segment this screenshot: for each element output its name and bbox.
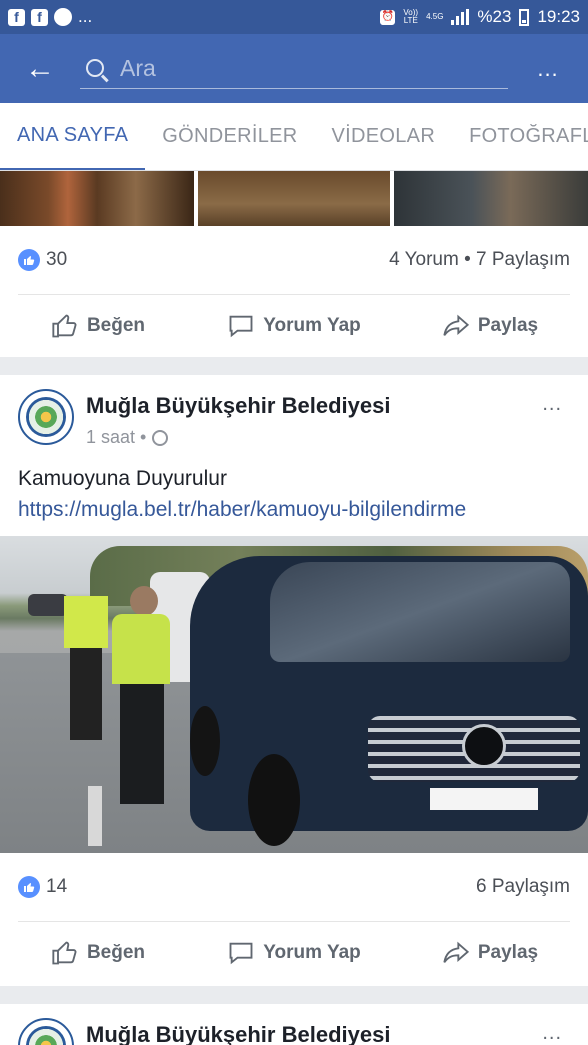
like-count[interactable]: 14 [46, 876, 67, 898]
comment-button[interactable]: Yorum Yap [196, 939, 392, 967]
like-count[interactable]: 30 [46, 249, 67, 271]
comment-icon [229, 315, 253, 338]
network-type: 4.5G [426, 12, 444, 21]
page-name[interactable]: Muğla Büyükşehir Belediyesi [86, 393, 390, 419]
page-name[interactable]: Muğla Büyükşehir Belediyesi [86, 1022, 390, 1045]
back-button[interactable]: ← [0, 34, 80, 103]
post-photo[interactable] [198, 171, 390, 226]
comments-shares-count[interactable]: 4 Yorum • 7 Paylaşım [389, 249, 570, 271]
tab-photos[interactable]: FOTOĞRAFLA [452, 103, 588, 170]
post-card-previous: 30 4 Yorum • 7 Paylaşım Beğen Yorum Yap … [0, 226, 588, 357]
post-photo[interactable] [0, 536, 588, 853]
post-actions: Beğen Yorum Yap Paylaş [0, 295, 588, 357]
post-stats: 14 6 Paylaşım [0, 853, 588, 921]
post-meta: 1 saat • [86, 427, 390, 448]
previous-post-photos [0, 171, 588, 226]
search-input[interactable] [120, 54, 480, 82]
photo-wheel [248, 754, 300, 846]
post-card-next: Muğla Büyükşehir Belediyesi ... [0, 1004, 588, 1045]
tab-videos[interactable]: VİDEOLAR [315, 103, 453, 170]
post-header: Muğla Büyükşehir Belediyesi 1 saat • ... [0, 375, 588, 463]
share-count[interactable]: 6 Paylaşım [476, 876, 570, 898]
photo-officer [64, 584, 108, 744]
arrow-left-icon: ← [25, 51, 55, 85]
facebook-icon: f [31, 8, 48, 26]
post-options-button[interactable]: ... [542, 1022, 562, 1045]
municipality-logo [26, 1026, 66, 1045]
share-icon [443, 314, 469, 336]
battery-icon [519, 8, 530, 26]
post-stats: 30 4 Yorum • 7 Paylaşım [0, 226, 588, 294]
photo-emblem [462, 724, 506, 768]
volte-indicator: Vo)) LTE [403, 8, 419, 25]
share-label: Paylaş [477, 315, 539, 336]
like-button[interactable]: Beğen [0, 939, 196, 967]
post-photo[interactable] [0, 171, 194, 226]
photo-plate [430, 788, 538, 810]
tab-posts[interactable]: GÖNDERİLER [145, 103, 314, 170]
battery-percent: %23 [477, 7, 512, 26]
photo-car [28, 594, 68, 616]
photo-wheel [190, 706, 220, 776]
like-badge-icon [18, 249, 40, 271]
avatar[interactable] [18, 389, 74, 445]
like-badge-icon [18, 876, 40, 898]
comment-label: Yorum Yap [263, 942, 361, 963]
share-button[interactable]: Paylaş [392, 312, 588, 340]
tab-home[interactable]: ANA SAYFA [0, 103, 146, 170]
photo-lane-marking [88, 786, 102, 846]
post-body: Kamuoyuna Duyurulur https://mugla.bel.tr… [0, 463, 588, 525]
thumbs-up-icon [52, 941, 77, 965]
search-field[interactable] [80, 49, 508, 89]
post-header: Muğla Büyükşehir Belediyesi ... [0, 1004, 588, 1045]
photo-windshield [270, 562, 570, 662]
post-photo[interactable] [394, 171, 588, 226]
status-bar: f f ... ⏰ Vo)) LTE 4.5G %23 19:23 [0, 0, 588, 34]
comment-icon [229, 942, 253, 965]
post-actions: Beğen Yorum Yap Paylaş [0, 922, 588, 984]
post-time[interactable]: 1 saat • [86, 427, 146, 448]
like-label: Beğen [86, 942, 146, 963]
globe-icon [152, 429, 169, 446]
clock: 19:23 [537, 7, 580, 26]
thumbs-up-icon [52, 314, 77, 338]
photo-officer [112, 586, 172, 806]
comment-button[interactable]: Yorum Yap [196, 312, 392, 340]
alarm-icon: ⏰ [380, 9, 396, 25]
post-text: Kamuoyuna Duyurulur [18, 467, 227, 490]
signal-icon [451, 9, 470, 25]
more-options-button[interactable]: ... [508, 56, 588, 82]
page-tabs: ANA SAYFA GÖNDERİLER VİDEOLAR FOTOĞRAFLA [0, 103, 588, 171]
share-icon [443, 941, 469, 963]
share-label: Paylaş [477, 942, 539, 963]
notification-ellipsis: ... [78, 7, 93, 26]
share-button[interactable]: Paylaş [392, 939, 588, 967]
comment-label: Yorum Yap [263, 315, 361, 336]
post-options-button[interactable]: ... [542, 393, 562, 416]
messenger-icon [54, 8, 72, 26]
like-button[interactable]: Beğen [0, 312, 196, 340]
municipality-logo [26, 397, 66, 437]
post-card: Muğla Büyükşehir Belediyesi 1 saat • ...… [0, 375, 588, 986]
facebook-icon: f [8, 8, 25, 26]
search-icon [86, 59, 104, 77]
like-label: Beğen [86, 315, 146, 336]
search-header: ← ... [0, 34, 588, 103]
avatar[interactable] [18, 1018, 74, 1045]
post-link[interactable]: https://mugla.bel.tr/haber/kamuoyu-bilgi… [18, 494, 570, 525]
